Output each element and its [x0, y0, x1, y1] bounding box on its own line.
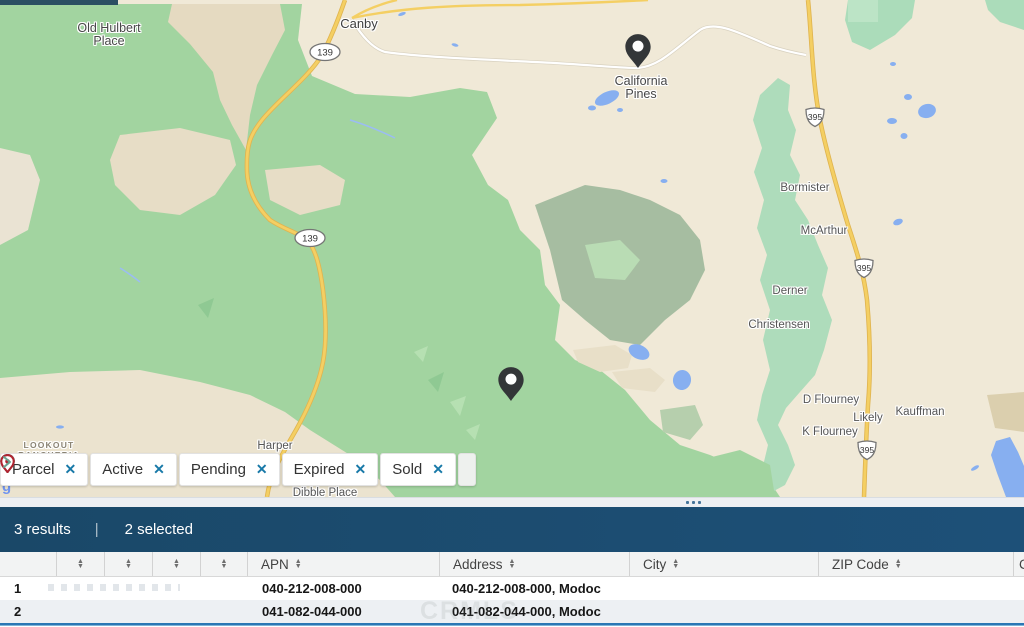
sort-icon: ▲▼ — [173, 559, 180, 569]
map-label-kauffman: Kauffman — [895, 406, 944, 419]
legend-chip-label: Parcel — [12, 461, 55, 478]
legend-chip-expired[interactable]: Expired ✕ — [282, 453, 379, 486]
legend-chip-label: Pending — [191, 461, 246, 478]
header-sort-col-1[interactable]: ▲▼ — [57, 552, 105, 576]
legend-more-button[interactable] — [458, 453, 476, 486]
close-icon[interactable]: ✕ — [432, 461, 444, 478]
header-sort-col-3[interactable]: ▲▼ — [153, 552, 201, 576]
close-icon[interactable]: ✕ — [355, 461, 367, 478]
header-city[interactable]: City ▲▼ — [630, 552, 819, 576]
close-icon[interactable]: ✕ — [65, 461, 77, 478]
close-icon[interactable]: ✕ — [256, 461, 268, 478]
header-address-label: Address — [453, 557, 503, 572]
header-apn[interactable]: APN ▲▼ — [248, 552, 440, 576]
legend-chip-pending[interactable]: Pending ✕ — [179, 453, 280, 486]
map-label-mcarthur: McArthur — [801, 225, 848, 238]
results-separator: | — [95, 521, 99, 538]
header-address[interactable]: Address ▲▼ — [440, 552, 630, 576]
map-label-harper: Harper — [257, 440, 292, 453]
cell-apn: 041-082-044-000 — [248, 604, 440, 619]
map-label-likely: Likely — [853, 412, 882, 425]
header-city-label: City — [643, 557, 666, 572]
map-label-old-hulbert-place: Old Hulbert Place — [77, 22, 140, 48]
legend-chip-label: Sold — [392, 461, 422, 478]
svg-text:139: 139 — [317, 47, 333, 58]
map-lake — [904, 94, 912, 100]
map-label-canby: Canby — [340, 17, 378, 30]
sort-icon: ▲▼ — [77, 559, 84, 569]
table-row[interactable]: 2 041-082-044-000 041-082-044-000, Modoc — [0, 600, 1024, 623]
header-row-number — [0, 552, 57, 576]
results-table-header: ▲▼ ▲▼ ▲▼ ▲▼ APN ▲▼ Address ▲▼ City ▲▼ ZIP C… — [0, 552, 1024, 577]
header-sort-col-2[interactable]: ▲▼ — [105, 552, 153, 576]
sort-icon: ▲▼ — [295, 559, 302, 569]
map-green-blob-light — [848, 0, 878, 22]
map-label-california-pines: California Pines — [615, 75, 668, 101]
sort-icon: ▲▼ — [125, 559, 132, 569]
row-focus-dashes — [48, 584, 180, 591]
cell-address: 041-082-044-000, Modoc — [440, 604, 630, 619]
map-label-bormister: Bormister — [780, 182, 829, 195]
table-row[interactable]: 1 040-212-008-000 040-212-008-000, Modoc — [0, 577, 1024, 600]
highway-shield-139: 139 — [295, 230, 325, 247]
cell-apn: 040-212-008-000 — [248, 581, 440, 596]
svg-text:395: 395 — [808, 112, 822, 122]
close-icon[interactable]: ✕ — [153, 461, 165, 478]
map-pond — [56, 425, 64, 428]
map-lake — [901, 133, 908, 139]
map-lake — [588, 106, 596, 111]
sort-icon: ▲▼ — [509, 559, 516, 569]
map-lake — [617, 108, 623, 112]
map-lake — [887, 118, 897, 124]
legend-chip-sold[interactable]: Sold ✕ — [380, 453, 456, 486]
map-legend-bar: Parcel ✕ Active ✕ Pending ✕ Expired ✕ — [0, 453, 476, 486]
map-lake — [890, 62, 896, 66]
svg-text:139: 139 — [302, 233, 318, 244]
map-label-dibble-place: Dibble Place — [293, 487, 358, 497]
drag-handle-dots-icon — [686, 501, 701, 504]
table-bottom-accent — [0, 623, 1024, 626]
selected-count: 2 selected — [125, 521, 193, 538]
header-sort-col-4[interactable]: ▲▼ — [201, 552, 248, 576]
results-count: 3 results — [14, 521, 71, 538]
map-edge-artifact — [0, 0, 118, 5]
map-label-d-flourney: D Flourney — [803, 394, 859, 407]
legend-next-chevron-icon — [0, 453, 14, 471]
map-label-k-flourney: K Flourney — [802, 426, 858, 439]
svg-text:395: 395 — [857, 263, 871, 273]
header-zip-label: ZIP Code — [832, 557, 889, 572]
map-label-derner: Derner — [772, 285, 807, 298]
cell-row-number: 2 — [0, 604, 57, 619]
cell-address: 040-212-008-000, Modoc — [440, 581, 630, 596]
header-partial-column[interactable]: C — [1014, 552, 1024, 576]
sort-icon: ▲▼ — [895, 559, 902, 569]
map-label-christensen: Christensen — [748, 319, 809, 332]
results-summary-bar: 3 results | 2 selected — [0, 507, 1024, 552]
map-lake — [661, 179, 668, 183]
highway-shield-139: 139 — [310, 44, 340, 61]
header-zip[interactable]: ZIP Code ▲▼ — [819, 552, 1014, 576]
sort-icon: ▲▼ — [672, 559, 679, 569]
legend-chip-label: Active — [102, 461, 143, 478]
legend-chip-active[interactable]: Active ✕ — [90, 453, 177, 486]
map-canvas[interactable]: 139 139 395 395 395 Old Hulbert Place C — [0, 0, 1024, 497]
header-apn-label: APN — [261, 557, 289, 572]
svg-text:395: 395 — [860, 445, 874, 455]
sort-icon: ▲▼ — [221, 559, 228, 569]
panel-resize-handle[interactable] — [0, 497, 1024, 507]
legend-chip-label: Expired — [294, 461, 345, 478]
header-partial-label: C — [1019, 557, 1024, 572]
